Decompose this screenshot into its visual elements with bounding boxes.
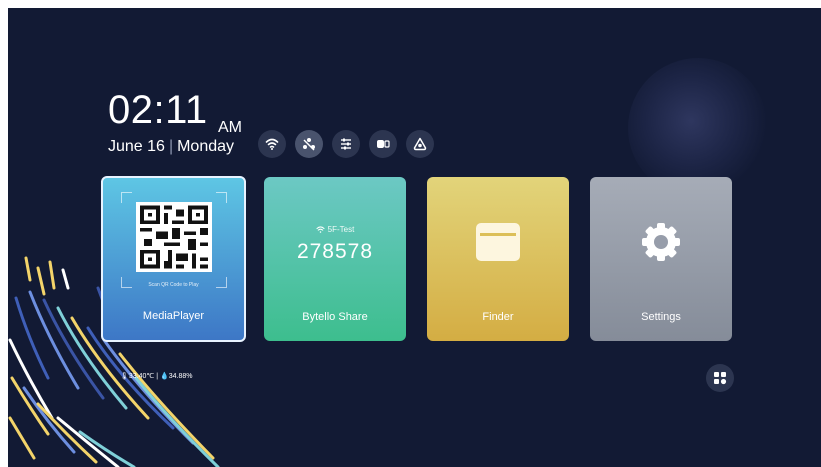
status-bar <box>258 130 434 158</box>
date-separator: | <box>168 138 174 155</box>
tile-finder[interactable]: Finder <box>427 177 569 341</box>
humidity-value: 34.88% <box>168 373 193 380</box>
gear-icon <box>642 223 680 261</box>
display-mode-icon[interactable] <box>369 130 397 158</box>
temperature-value: 33.40℃ <box>128 373 155 380</box>
clock-time: 02:11 <box>108 88 208 132</box>
tile-label-bytello-share: Bytello Share <box>302 311 368 323</box>
humidity-icon: 💧 <box>160 373 169 380</box>
network-share-icon[interactable] <box>295 130 323 158</box>
share-code: 278578 <box>296 240 374 263</box>
sliders-icon[interactable] <box>332 130 360 158</box>
home-screen: 02:11 AM June 16 | Monday Scan QR Code t… <box>8 8 821 467</box>
wifi-icon[interactable] <box>258 130 286 158</box>
folder-icon <box>476 223 520 261</box>
clock: 02:11 AM <box>108 88 242 136</box>
date-day: June 16 <box>108 138 165 155</box>
tile-label-finder: Finder <box>482 311 514 323</box>
sensor-separator: | <box>156 373 159 380</box>
tile-label-settings: Settings <box>641 311 681 323</box>
qr-caption: Scan QR Code to Play <box>148 282 199 288</box>
sensor-readout: 🌡33.40℃ | 💧34.88% <box>120 372 192 380</box>
cloud-icon[interactable] <box>406 130 434 158</box>
qr-code <box>136 202 212 272</box>
date: June 16 | Monday <box>108 138 234 156</box>
apps-grid-button[interactable] <box>706 364 734 392</box>
share-network: 5F-Test <box>264 225 406 234</box>
tile-settings[interactable]: Settings <box>590 177 732 341</box>
clock-ampm: AM <box>218 119 242 136</box>
tile-mediaplayer[interactable]: Scan QR Code to Play MediaPlayer <box>101 176 246 342</box>
tile-bytello-share[interactable]: 5F-Test 278578 Bytello Share <box>264 177 406 341</box>
tile-label-mediaplayer: MediaPlayer <box>142 310 205 322</box>
share-network-name: 5F-Test <box>327 225 355 234</box>
wifi-icon <box>316 226 325 233</box>
apps-grid-icon <box>714 372 727 385</box>
date-weekday: Monday <box>177 138 235 155</box>
thermometer-icon: 🌡 <box>120 373 129 380</box>
